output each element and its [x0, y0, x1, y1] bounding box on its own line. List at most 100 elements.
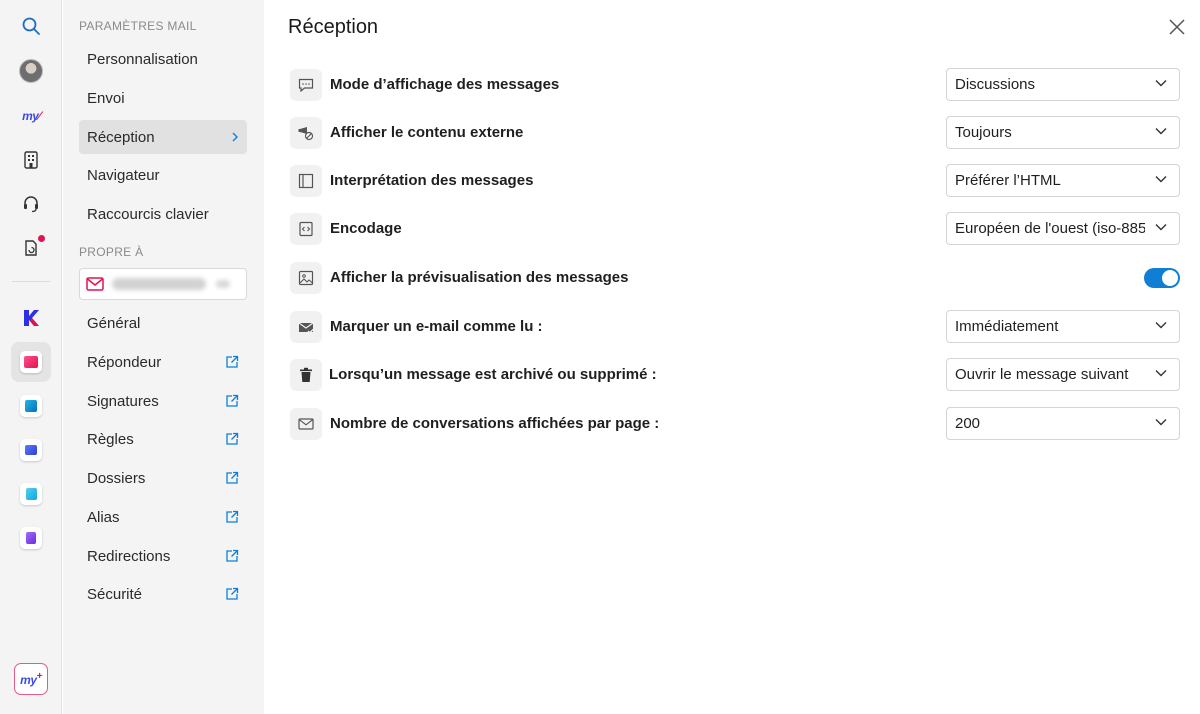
notification-dot	[38, 235, 45, 242]
menu-item-raccourcis[interactable]: Raccourcis clavier	[79, 197, 247, 231]
setting-row-per-page: Nombre de conversations affichées par pa…	[290, 407, 1180, 442]
kchat-app-button[interactable]	[11, 298, 51, 338]
my-plus-button[interactable]: my+	[11, 659, 51, 699]
menu-item-redirections[interactable]: Redirections	[79, 539, 247, 573]
page-title: Réception	[288, 16, 379, 38]
external-link-icon	[225, 394, 239, 408]
setting-row-preview: Afficher la prévisualisation des message…	[290, 262, 1180, 296]
close-button[interactable]	[1164, 14, 1190, 40]
drive-app-button[interactable]	[11, 386, 51, 426]
external-link-icon	[225, 355, 239, 369]
menu-item-repondeur[interactable]: Répondeur	[79, 345, 247, 379]
external-link-icon	[225, 510, 239, 524]
avatar	[19, 59, 43, 83]
setting-row-mark-read: Marquer un e-mail comme lu : Immédiateme…	[290, 310, 1180, 345]
setting-label: Nombre de conversations affichées par pa…	[330, 415, 660, 432]
chevron-down-icon	[216, 280, 230, 288]
building-button[interactable]	[11, 140, 51, 180]
setting-label: Marquer un e-mail comme lu :	[330, 318, 543, 335]
notes-app-icon	[20, 527, 42, 549]
chevron-right-icon	[231, 131, 239, 143]
support-button[interactable]	[11, 184, 51, 224]
menu-item-regles[interactable]: Règles	[79, 422, 247, 456]
sidebar-layout-icon	[290, 165, 322, 197]
external-link-icon	[225, 587, 239, 601]
external-link-icon	[225, 549, 239, 563]
menu-item-personnalisation[interactable]: Personnalisation	[79, 42, 247, 76]
k-logo-icon	[24, 310, 39, 326]
my-plus-icon: my+	[14, 663, 48, 695]
setting-row-encoding: Encodage Européen de l'ouest (iso-8859-1…	[290, 212, 1180, 247]
settings-menu: PARAMÈTRES MAIL Personnalisation Envoi R…	[63, 0, 264, 714]
account-selector[interactable]	[79, 268, 247, 300]
chevron-down-icon	[1155, 127, 1167, 135]
trash-icon	[290, 359, 322, 391]
docs-app-button[interactable]	[11, 474, 51, 514]
chevron-down-icon	[1155, 79, 1167, 87]
menu-item-securite[interactable]: Sécurité	[79, 577, 247, 611]
setting-label: Afficher la prévisualisation des message…	[330, 269, 629, 286]
close-icon	[1169, 19, 1185, 35]
section-owner: PROPRE À	[79, 245, 144, 259]
setting-row-external-content: Afficher le contenu externe Toujours	[290, 116, 1180, 151]
envelope-icon	[86, 277, 104, 291]
setting-label: Lorsqu’un message est archivé ou supprim…	[329, 366, 657, 383]
setting-label: Afficher le contenu externe	[330, 124, 524, 141]
headset-icon	[24, 196, 38, 213]
mail-read-icon	[290, 311, 322, 343]
setting-label: Encodage	[330, 220, 402, 237]
setting-label: Mode d’affichage des messages	[330, 76, 560, 93]
menu-item-signatures[interactable]: Signatures	[79, 384, 247, 418]
chevron-down-icon	[1155, 321, 1167, 329]
image-icon	[290, 262, 322, 294]
code-icon	[290, 213, 322, 245]
external-content-icon	[290, 117, 322, 149]
calendar-app-icon	[20, 439, 42, 461]
menu-item-dossiers[interactable]: Dossiers	[79, 461, 247, 495]
updates-button[interactable]	[11, 228, 51, 268]
external-link-icon	[225, 471, 239, 485]
setting-row-display-mode: Mode d’affichage des messages Discussion…	[290, 68, 1180, 103]
document-refresh-icon	[25, 240, 37, 256]
external-content-select[interactable]: Toujours	[946, 116, 1180, 149]
setting-row-after-archive: Lorsqu’un message est archivé ou supprim…	[290, 358, 1180, 393]
menu-item-general[interactable]: Général	[79, 306, 247, 340]
building-icon	[24, 151, 38, 169]
chevron-down-icon	[1155, 223, 1167, 231]
avatar-button[interactable]	[11, 51, 51, 91]
encoding-select[interactable]: Européen de l'ouest (iso-8859-1)	[946, 212, 1180, 245]
search-button[interactable]	[11, 6, 51, 46]
my-app-button[interactable]: my⁄	[11, 96, 51, 136]
message-icon	[290, 69, 322, 101]
chevron-down-icon	[1155, 175, 1167, 183]
section-mail-settings: PARAMÈTRES MAIL	[79, 19, 197, 33]
rail-divider	[12, 281, 50, 282]
chevron-down-icon	[1155, 418, 1167, 426]
notes-app-button[interactable]	[11, 518, 51, 558]
app-rail: my⁄ my+	[0, 0, 62, 714]
search-icon	[22, 17, 40, 35]
menu-item-reception[interactable]: Réception	[79, 120, 247, 154]
after-archive-select[interactable]: Ouvrir le message suivant	[946, 358, 1180, 391]
my-logo-icon: my⁄	[22, 109, 40, 123]
calendar-app-button[interactable]	[11, 430, 51, 470]
drive-app-icon	[20, 395, 42, 417]
docs-app-icon	[20, 483, 42, 505]
preview-toggle[interactable]	[1144, 268, 1180, 288]
settings-panel: Réception Mode d’affichage des messages …	[264, 0, 1200, 714]
setting-label: Interprétation des messages	[330, 172, 534, 189]
menu-item-alias[interactable]: Alias	[79, 500, 247, 534]
setting-row-interpretation: Interprétation des messages Préférer l’H…	[290, 164, 1180, 199]
envelope-icon	[290, 408, 322, 440]
mark-read-select[interactable]: Immédiatement	[946, 310, 1180, 343]
mail-app-icon	[20, 351, 42, 373]
external-link-icon	[225, 432, 239, 446]
chevron-down-icon	[1155, 369, 1167, 377]
per-page-select[interactable]: 200	[946, 407, 1180, 440]
menu-item-envoi[interactable]: Envoi	[79, 81, 247, 115]
menu-item-navigateur[interactable]: Navigateur	[79, 158, 247, 192]
mail-app-button[interactable]	[11, 342, 51, 382]
display-mode-select[interactable]: Discussions	[946, 68, 1180, 101]
interpretation-select[interactable]: Préférer l’HTML	[946, 164, 1180, 197]
account-address-redacted	[112, 278, 206, 290]
